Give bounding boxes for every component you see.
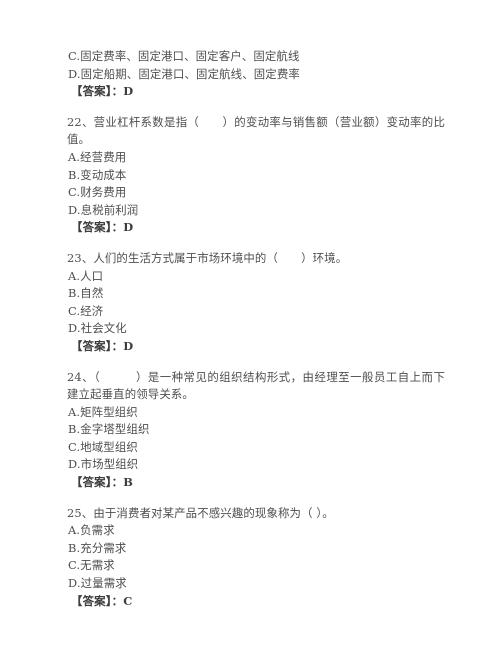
option-line: A.矩阵型组织 [68,404,138,419]
document-page: C.固定费率、固定港口、固定客户、固定航线 D.固定船期、固定港口、固定航线、固定… [0,0,500,647]
option-line: C.财务费用 [68,185,127,200]
answer-line: 【答案】：B [71,475,134,490]
option-line: D.市场型组织 [68,457,139,472]
option-line: B.自然 [68,286,104,301]
question-block: 24、（ ）是一种常见的组织结构形式，由经理至一般员工自上而下建立起垂直的领导关… [67,369,445,492]
option-line: A.负需求 [68,523,115,538]
question-stem: 23、人们的生活方式属于市场环境中的（ ）环境。 [67,250,348,265]
option-line: B.变动成本 [68,167,127,182]
answer-line: 【答案】：C [71,593,133,608]
question-block: 25、由于消费者对某产品不感兴趣的现象称为（ ）。 A.负需求 B.充分需求 C.无需… [67,505,445,611]
option-line: D.社会文化 [68,321,127,336]
option-line: D.过量需求 [68,576,127,591]
option-line: C.无需求 [68,558,115,573]
question-stem: 22、营业杠杆系数是指（ ）的变动率与销售额（营业额）变动率的比值。 [67,114,445,147]
answer-line: 【答案】：D [71,84,134,99]
option-line: D.固定船期、固定港口、固定航线、固定费率 [68,66,300,81]
question-stem: 25、由于消费者对某产品不感兴趣的现象称为（ ）。 [67,505,334,520]
option-line: C.固定费率、固定港口、固定客户、固定航线 [68,49,300,63]
question-list: C.固定费率、固定港口、固定客户、固定航线 D.固定船期、固定港口、固定航线、固定… [67,48,445,610]
option-line: B.充分需求 [68,540,127,555]
option-line: A.人口 [68,268,104,283]
answer-line: 【答案】：D [71,338,134,353]
question-block: C.固定费率、固定港口、固定客户、固定航线 D.固定船期、固定港口、固定航线、固定… [67,48,445,101]
option-line: D.息税前利润 [68,202,139,217]
question-block: 22、营业杠杆系数是指（ ）的变动率与销售额（营业额）变动率的比值。 A.经营费用… [67,114,445,237]
question-block: 23、人们的生活方式属于市场环境中的（ ）环境。 A.人口 B.自然 C.经济 D.社会… [67,250,445,356]
question-stem: 24、（ ）是一种常见的组织结构形式，由经理至一般员工自上而下建立起垂直的领导关… [67,369,445,402]
option-line: B.金字塔型组织 [68,422,150,437]
option-line: A.经营费用 [68,149,127,164]
option-line: C.经济 [68,303,104,318]
option-line: C.地域型组织 [68,439,138,454]
answer-line: 【答案】：D [71,220,134,235]
